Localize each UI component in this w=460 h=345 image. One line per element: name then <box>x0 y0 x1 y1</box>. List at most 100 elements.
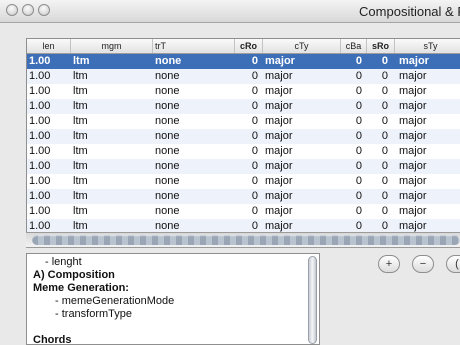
table-cell-mgm: ltm <box>73 55 90 67</box>
table-cell-cro: 0 <box>251 100 258 112</box>
table-cell-trt: none <box>155 130 180 142</box>
table-cell-cro: 0 <box>251 145 258 157</box>
vertical-scrollbar[interactable] <box>308 256 318 344</box>
table-cell-cty: major <box>265 160 293 172</box>
third-round-button[interactable]: ( <box>446 255 460 273</box>
notes-line: Meme Generation: <box>33 282 129 294</box>
table-cell-cro: 0 <box>251 130 258 142</box>
table-cell-cba: 0 <box>355 70 362 82</box>
notes-line: Chords <box>33 334 72 345</box>
column-header-cro[interactable]: cRo <box>235 39 263 53</box>
table-cell-cro: 0 <box>251 55 258 67</box>
table-cell-cro: 0 <box>251 205 258 217</box>
add-button[interactable]: + <box>378 255 400 273</box>
table-cell-sty: major <box>399 55 429 67</box>
table-header: len mgm trT cRo cTy cBa sRo sTy <box>27 39 460 54</box>
vertical-scroll-thumb[interactable] <box>308 256 317 344</box>
table-cell-sty: major <box>399 70 427 82</box>
table-cell-cty: major <box>265 130 293 142</box>
table-cell-mgm: ltm <box>73 115 88 127</box>
table-cell-len: 1.00 <box>29 85 51 97</box>
table-cell-cba: 0 <box>355 130 362 142</box>
column-header-trt[interactable]: trT <box>153 39 235 53</box>
horizontal-scrollbar[interactable] <box>26 232 460 248</box>
notes-line: - memeGenerationMode <box>55 295 175 307</box>
table-row[interactable]: 1.00 ltm none 0 major 0 0 major <box>27 84 460 99</box>
table-cell-cba: 0 <box>355 175 362 187</box>
table-cell-sro: 0 <box>381 85 388 97</box>
table-cell-cty: major <box>265 100 293 112</box>
notes-content: - lenght A) Composition Meme Generation: - … <box>33 256 175 345</box>
table-cell-trt: none <box>155 190 180 202</box>
table-cell-sro: 0 <box>381 100 388 112</box>
table-cell-cba: 0 <box>355 115 362 127</box>
meme-table[interactable]: len mgm trT cRo cTy cBa sRo sTy 1.00 ltm n… <box>26 38 460 239</box>
table-cell-mgm: ltm <box>73 190 88 202</box>
table-cell-len: 1.00 <box>29 100 51 112</box>
table-cell-cba: 0 <box>355 100 362 112</box>
table-row[interactable]: 1.00 ltm none 0 major 0 0 major <box>27 69 460 84</box>
table-row[interactable]: 1.00 ltm none 0 major 0 0 major <box>27 189 460 204</box>
notes-line: A) Composition <box>33 269 115 281</box>
table-cell-cro: 0 <box>251 190 258 202</box>
table-cell-sty: major <box>399 85 427 97</box>
table-cell-trt: none <box>155 115 180 127</box>
table-cell-trt: none <box>155 55 182 67</box>
table-cell-sro: 0 <box>381 160 388 172</box>
table-row[interactable]: 1.00 ltm none 0 major 0 0 major <box>27 174 460 189</box>
table-cell-cro: 0 <box>251 115 258 127</box>
table-cell-len: 1.00 <box>29 160 51 172</box>
table-cell-trt: none <box>155 100 180 112</box>
table-cell-trt: none <box>155 205 180 217</box>
table-cell-len: 1.00 <box>29 70 51 82</box>
table-cell-mgm: ltm <box>73 160 88 172</box>
column-header-len[interactable]: len <box>27 39 71 53</box>
table-cell-sty: major <box>399 145 427 157</box>
table-cell-cro: 0 <box>251 70 258 82</box>
table-cell-mgm: ltm <box>73 145 88 157</box>
column-header-sty[interactable]: sTy <box>395 39 460 53</box>
table-cell-len: 1.00 <box>29 145 51 157</box>
table-cell-cty: major <box>265 70 293 82</box>
table-cell-len: 1.00 <box>29 190 51 202</box>
minimize-window-button[interactable] <box>22 4 34 16</box>
table-row[interactable]: 1.00 ltm none 0 major 0 0 major <box>27 144 460 159</box>
table-cell-trt: none <box>155 160 180 172</box>
close-window-button[interactable] <box>6 4 18 16</box>
table-cell-cba: 0 <box>355 55 362 67</box>
table-cell-cty: major <box>265 85 293 97</box>
table-cell-sro: 0 <box>381 130 388 142</box>
column-header-cba[interactable]: cBa <box>341 39 367 53</box>
table-cell-sro: 0 <box>381 70 388 82</box>
table-row[interactable]: 1.00 ltm none 0 major 0 0 major <box>27 114 460 129</box>
zoom-window-button[interactable] <box>38 4 50 16</box>
table-cell-sty: major <box>399 190 427 202</box>
column-header-cty[interactable]: cTy <box>263 39 341 53</box>
table-cell-cba: 0 <box>355 205 362 217</box>
table-cell-sty: major <box>399 100 427 112</box>
table-row-selected[interactable]: 1.00 ltm none 0 major 0 0 major <box>27 54 460 69</box>
notes-text-view[interactable]: - lenght A) Composition Meme Generation: - … <box>26 253 320 345</box>
table-cell-cty: major <box>265 205 293 217</box>
column-header-mgm[interactable]: mgm <box>71 39 153 53</box>
notes-line: - lenght <box>45 256 82 268</box>
table-cell-trt: none <box>155 175 180 187</box>
table-cell-len: 1.00 <box>29 55 51 67</box>
horizontal-scroll-thumb[interactable] <box>32 235 460 245</box>
table-cell-mgm: ltm <box>73 205 88 217</box>
title-bar: Compositional & P <box>0 0 460 23</box>
table-cell-cro: 0 <box>251 85 258 97</box>
table-row[interactable]: 1.00 ltm none 0 major 0 0 major <box>27 99 460 114</box>
table-cell-cro: 0 <box>251 160 258 172</box>
table-row[interactable]: 1.00 ltm none 0 major 0 0 major <box>27 129 460 144</box>
table-cell-cty: major <box>265 175 293 187</box>
table-cell-sro: 0 <box>381 115 388 127</box>
remove-button[interactable]: − <box>412 255 434 273</box>
table-cell-cty: major <box>265 190 293 202</box>
table-cell-cro: 0 <box>251 175 258 187</box>
table-cell-cty: major <box>265 145 293 157</box>
table-cell-trt: none <box>155 70 180 82</box>
table-row[interactable]: 1.00 ltm none 0 major 0 0 major <box>27 159 460 174</box>
column-header-sro[interactable]: sRo <box>367 39 395 53</box>
table-row[interactable]: 1.00 ltm none 0 major 0 0 major <box>27 204 460 219</box>
